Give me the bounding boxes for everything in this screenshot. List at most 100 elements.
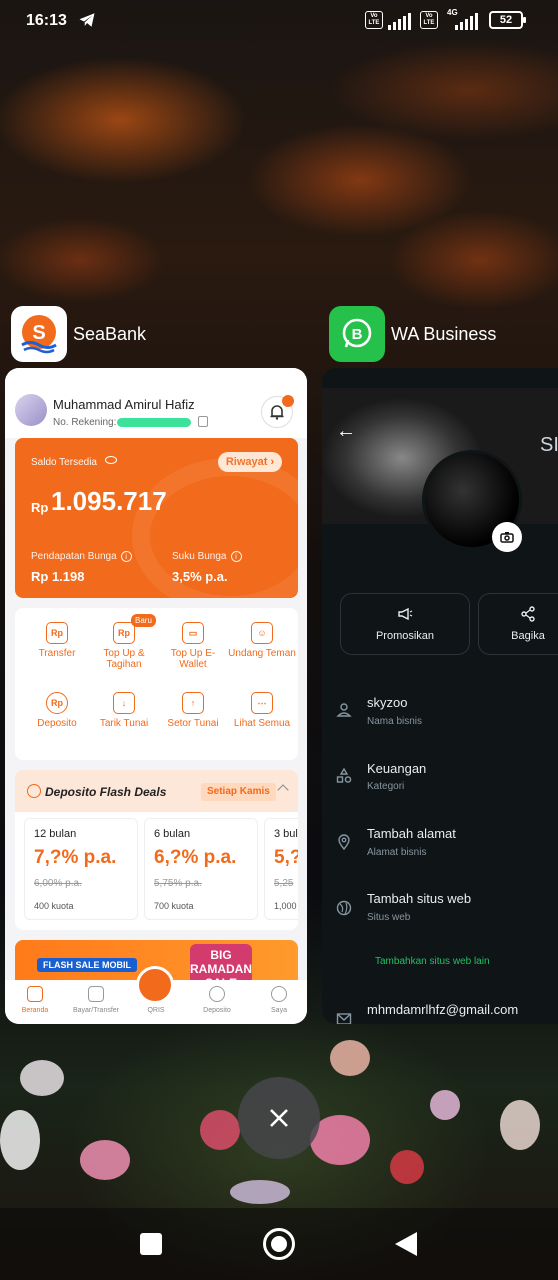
menu-topup-tagihan[interactable]: Rp Baru Top Up & Tagihan: [89, 614, 159, 670]
nav-deposito[interactable]: Deposito: [189, 1007, 245, 1014]
business-name-row[interactable]: skyzoo Nama bisnis: [322, 688, 558, 738]
recent-app-card-wa-business[interactable]: ← SI Promosikan Bagika skyzoo Nama bisni…: [322, 368, 558, 1024]
add-website: Tambah situs web: [367, 891, 472, 906]
history-button-label: Riwayat: [225, 456, 268, 468]
deal-term: 3 bul: [274, 828, 298, 840]
deal-card[interactable]: 6 bulan 6,?% p.a. 5,75% p.a. 700 kuota: [144, 818, 258, 920]
bill-icon: Rp: [113, 622, 135, 644]
cover-text: SI: [540, 434, 558, 456]
ramadan-sale-label: BIG RAMADAN SALE: [190, 944, 252, 990]
person-icon: [336, 703, 352, 717]
signal-icon: [388, 10, 411, 30]
battery-indicator: 52: [489, 11, 526, 29]
withdraw-icon: ↓: [113, 692, 135, 714]
menu-cash-deposit[interactable]: ↑ Setor Tunai: [158, 692, 228, 729]
qris-button[interactable]: [136, 966, 174, 1004]
transfer-icon: Rp: [46, 622, 68, 644]
menu-deposito[interactable]: Rp Deposito: [22, 692, 92, 729]
nav-profile[interactable]: Saya: [251, 1007, 307, 1014]
chevron-up-icon[interactable]: [277, 784, 289, 796]
location-icon: [338, 834, 350, 850]
megaphone-icon: [398, 607, 413, 621]
svg-text:S: S: [32, 322, 45, 344]
avatar[interactable]: [15, 394, 47, 426]
flower-decoration: [200, 1110, 240, 1150]
deal-card[interactable]: 12 bulan 7,?% p.a. 6,00% p.a. 400 kuota: [24, 818, 138, 920]
svg-text:B: B: [352, 326, 363, 343]
email-address: mhmdamrlhfz@gmail.com: [367, 1002, 519, 1017]
address-label: Alamat bisnis: [367, 847, 427, 858]
email-icon: [336, 1013, 352, 1024]
schedule-badge: Setiap Kamis: [201, 783, 276, 801]
balance-amount: 1.095.717: [51, 486, 167, 516]
home-button[interactable]: [263, 1228, 295, 1260]
signal-icon: [455, 10, 478, 30]
back-button[interactable]: [395, 1232, 417, 1256]
recent-app-card-seabank[interactable]: Muhammad Amirul Hafiz No. Rekening: Sald…: [5, 368, 307, 1024]
menu-see-all[interactable]: ⋯ Lihat Semua: [227, 692, 297, 729]
menu-topup-ewallet[interactable]: ▭ Top Up E-Wallet: [158, 622, 228, 670]
home-icon[interactable]: [27, 986, 43, 1002]
menu-transfer[interactable]: Rp Transfer: [22, 622, 92, 659]
volte-icon: Vo LTE: [420, 11, 438, 29]
transfer-arrows-icon[interactable]: [88, 986, 104, 1002]
recents-button[interactable]: [140, 1233, 162, 1255]
service-menu: Rp Transfer Rp Baru Top Up & Tagihan ▭ Top U…: [15, 608, 298, 760]
business-name: skyzoo: [367, 695, 408, 710]
deposit-bag-icon[interactable]: [209, 986, 225, 1002]
interest-rate-value: 3,5% p.a.: [172, 569, 228, 584]
deal-rate: 6,?% p.a.: [154, 847, 237, 868]
camera-icon[interactable]: [492, 522, 522, 552]
recent-app-header-wa-business[interactable]: B WA Business: [329, 306, 496, 362]
volte-icon: Vo LTE: [365, 11, 383, 29]
deposit-icon: ↑: [182, 692, 204, 714]
category-row[interactable]: Keuangan Kategori: [322, 754, 558, 804]
globe-icon: [336, 900, 352, 916]
seabank-logo-icon: S: [11, 306, 67, 362]
deal-rate: 5,?: [274, 847, 298, 868]
nav-pay-transfer[interactable]: Bayar/Transfer: [68, 1007, 124, 1014]
balance-label: Saldo Tersedia: [31, 457, 97, 468]
info-icon: i: [230, 551, 242, 562]
history-button[interactable]: Riwayat ›: [218, 452, 282, 472]
deal-old-rate: 6,00% p.a.: [34, 878, 82, 889]
copy-icon[interactable]: [198, 416, 208, 427]
business-name-label: Nama bisnis: [367, 716, 423, 727]
flower-decoration: [500, 1100, 540, 1150]
recent-app-name: WA Business: [391, 323, 497, 344]
recent-app-name: SeaBank: [73, 323, 147, 344]
close-icon: [270, 1109, 288, 1127]
account-number-redacted: [117, 418, 191, 427]
person-icon[interactable]: [271, 986, 287, 1002]
menu-invite-friends[interactable]: ☺ Undang Teman: [227, 622, 297, 659]
notification-bell-button[interactable]: [261, 395, 294, 428]
eye-icon[interactable]: [105, 456, 117, 464]
back-arrow-icon[interactable]: ←: [336, 420, 356, 443]
clock-icon: [27, 784, 41, 798]
notification-dot: [282, 395, 294, 407]
account-number-label: No. Rekening:: [53, 417, 117, 428]
nav-home[interactable]: Beranda: [7, 1007, 63, 1014]
share-button[interactable]: Bagika: [478, 593, 558, 655]
recent-app-header-seabank[interactable]: S SeaBank: [11, 306, 146, 362]
promote-button[interactable]: Promosikan: [340, 593, 470, 655]
nav-qris[interactable]: QRIS: [128, 1007, 184, 1014]
menu-cash-withdrawal[interactable]: ↓ Tarik Tunai: [89, 692, 159, 729]
flash-sale-label: FLASH SALE MOBIL: [37, 958, 137, 972]
invite-friends-icon: ☺: [251, 622, 273, 644]
close-all-button[interactable]: [238, 1077, 320, 1159]
add-another-website-link[interactable]: Tambahkan situs web lain: [375, 956, 490, 967]
deal-card[interactable]: 3 bul 5,? 5,25 1,000: [264, 818, 298, 920]
flower-decoration: [430, 1090, 460, 1120]
category-icon: [336, 768, 352, 783]
deal-term: 6 bulan: [154, 828, 191, 840]
status-bar: 16:13 Vo LTE Vo LTE 4G 52: [0, 0, 558, 44]
category-label: Kategori: [367, 781, 405, 792]
system-navigation-bar: [0, 1208, 558, 1280]
user-name: Muhammad Amirul Hafiz: [53, 397, 195, 412]
flower-decoration: [0, 1110, 40, 1170]
website-row[interactable]: Tambah situs web Situs web: [322, 886, 558, 936]
account-header: Muhammad Amirul Hafiz No. Rekening:: [5, 368, 307, 438]
address-row[interactable]: Tambah alamat Alamat bisnis: [322, 820, 558, 870]
flash-deals-header[interactable]: Deposito Flash Deals Setiap Kamis: [15, 770, 298, 812]
